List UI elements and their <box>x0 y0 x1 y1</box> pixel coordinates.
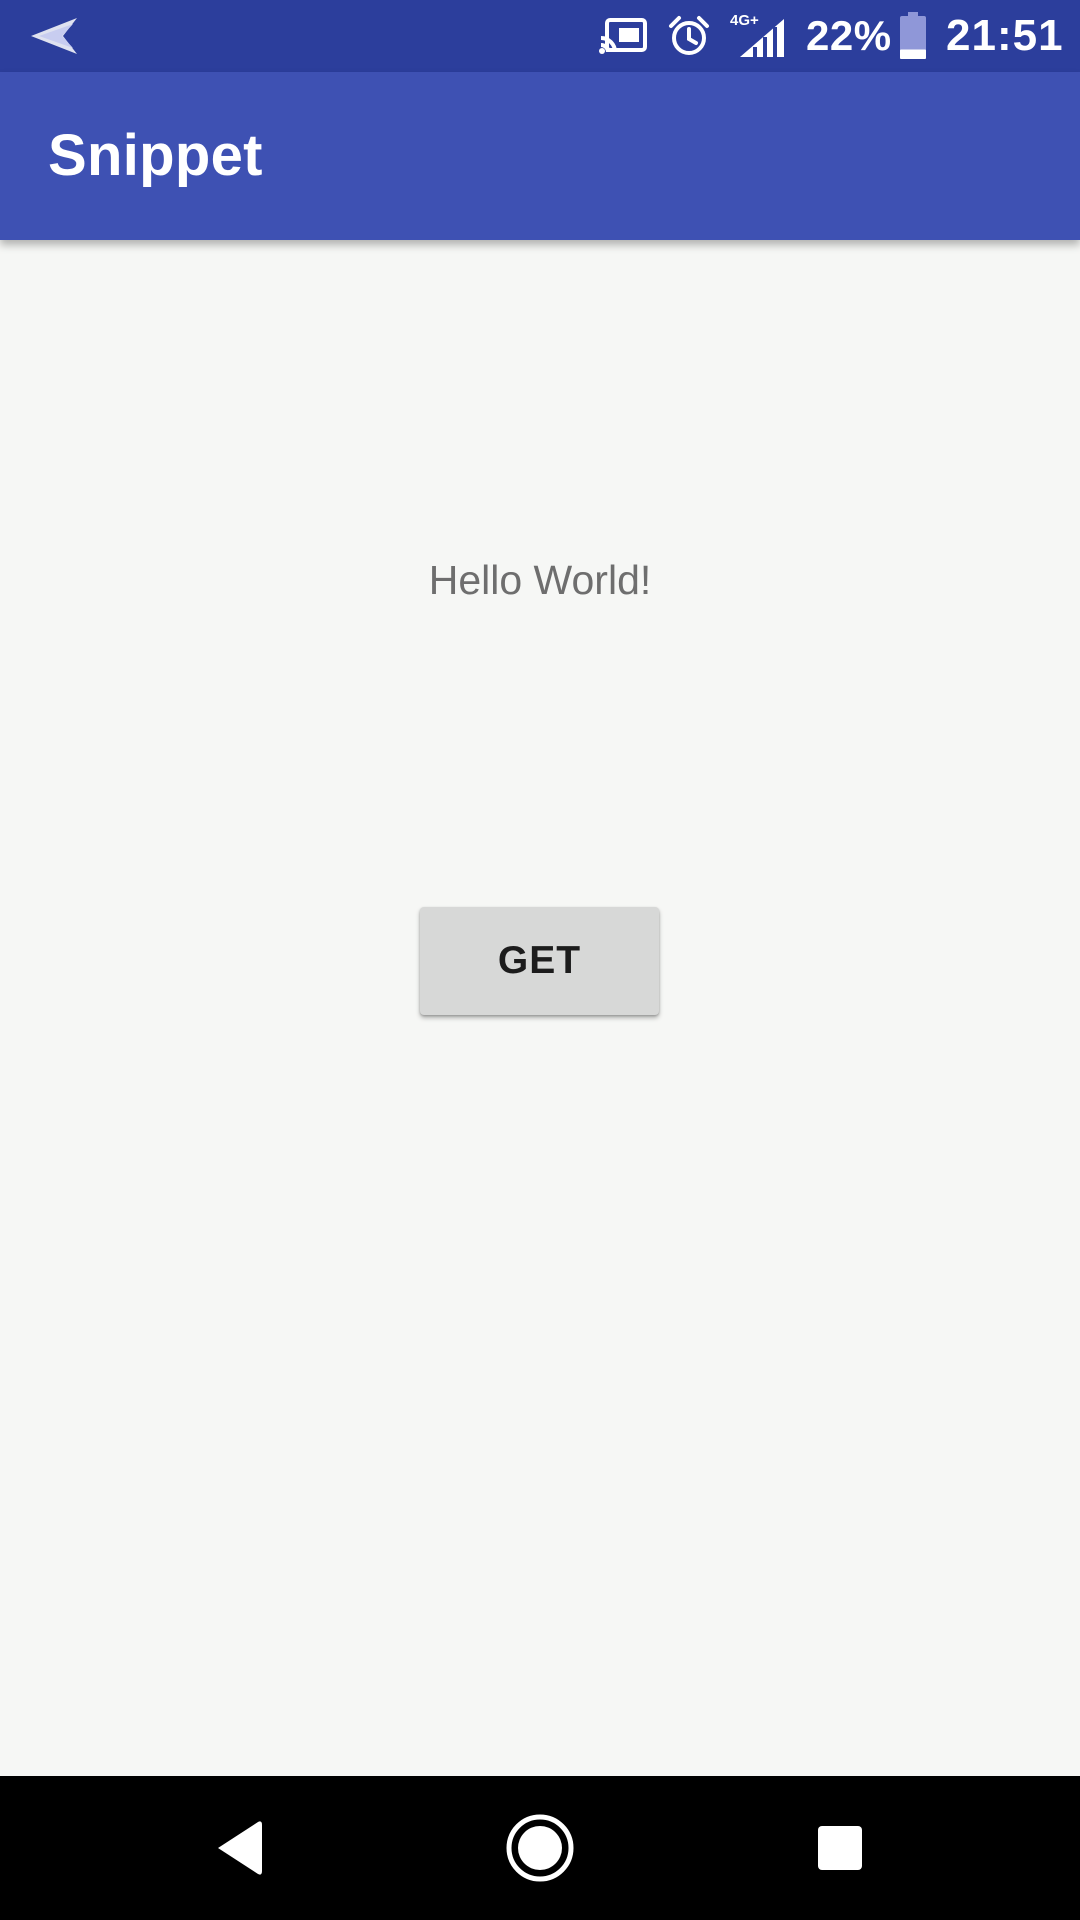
send-icon <box>26 0 82 72</box>
home-button[interactable] <box>468 1776 612 1920</box>
navigation-bar <box>0 1776 1080 1920</box>
battery-icon <box>896 0 930 72</box>
recents-button[interactable] <box>768 1776 912 1920</box>
alarm-icon <box>664 0 714 72</box>
clock: 21:51 <box>946 11 1064 60</box>
network-type-label: 4G+ <box>730 12 759 29</box>
hello-text: Hello World! <box>428 557 652 603</box>
app-bar: Snippet <box>0 72 1080 240</box>
back-icon <box>218 1821 262 1875</box>
get-button[interactable]: GET <box>420 907 659 1015</box>
home-icon <box>506 1814 574 1882</box>
signal-icon: 4G+ <box>728 0 790 72</box>
status-bar: 4G+ 22% 21:51 <box>0 0 1080 72</box>
phone-screen: 4G+ 22% 21:51 Snippet Hello World! GET <box>0 0 1080 1920</box>
app-title: Snippet <box>48 123 263 188</box>
main-content: Hello World! GET <box>0 240 1080 1776</box>
back-button[interactable] <box>168 1776 312 1920</box>
battery-percent: 22% <box>806 12 892 59</box>
recents-icon <box>818 1826 862 1870</box>
cast-icon <box>596 0 652 72</box>
